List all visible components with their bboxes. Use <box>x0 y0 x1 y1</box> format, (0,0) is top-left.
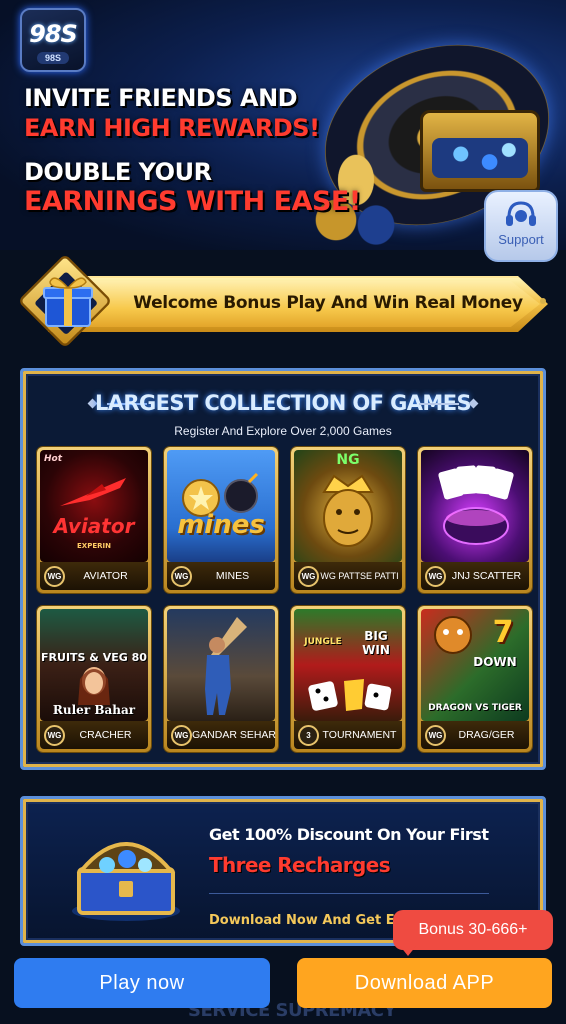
game-card-jnj-scatter[interactable]: WG JNJ SCATTER <box>418 447 532 593</box>
game-card-drag-ger[interactable]: 7 DOWN DRAGON VS TIGER WG DRAG/GER <box>418 606 532 752</box>
games-panel: LARGEST COLLECTION OF GAMES Register And… <box>20 368 546 770</box>
jungle-label: JUNGLE <box>304 637 342 647</box>
game-name: MINES <box>215 570 250 582</box>
provider-badge: WG <box>171 724 192 746</box>
game-thumbnail: FRUITS & VEG 80 Ruler Bahar <box>40 609 148 721</box>
provider-badge: WG <box>44 724 65 746</box>
game-card-mines[interactable]: mines WG MINES <box>164 447 278 593</box>
big-win-label: BIG WIN <box>362 629 390 657</box>
game-thumbnail: NG <box>294 450 402 562</box>
dragon-vs-tiger-label: DRAGON VS TIGER <box>428 703 522 713</box>
support-label: Support <box>498 232 544 247</box>
hero-headline-4: EARNINGS WITH EASE! <box>24 186 361 217</box>
support-button[interactable]: Support <box>484 190 558 262</box>
discount-highlight: Three Recharges <box>209 853 391 877</box>
woman-portrait-icon <box>78 667 110 705</box>
hero-headline-1: INVITE FRIENDS AND <box>24 84 298 112</box>
ruler-bahar-label: Ruler Bahar <box>52 703 136 717</box>
game-name: JNJ SCATTER <box>451 570 522 582</box>
gems-illustration <box>432 138 528 178</box>
divider <box>209 893 489 894</box>
logo-subtext: 98S <box>36 52 69 64</box>
game-grid: Hot Aviator EXPERIN WG AVIATOR mines WG … <box>37 447 532 752</box>
plane-icon <box>60 478 126 506</box>
game-name: AVIATOR <box>83 570 128 582</box>
gift-icon <box>43 277 93 327</box>
headset-icon <box>506 201 536 226</box>
ng-tag: NG <box>336 452 360 468</box>
hero-headline-2: EARN HIGH REWARDS! <box>24 114 320 142</box>
game-name: CRACHER <box>79 729 132 741</box>
game-thumbnail: JUNGLE BIG WIN <box>294 609 402 721</box>
game-card-pattse-patti[interactable]: NG WG WG PATTSE PATTI <box>291 447 405 593</box>
provider-badge: WG <box>171 565 192 587</box>
game-thumbnail <box>421 450 529 562</box>
bonus-badge-tail <box>400 946 416 956</box>
game-name: DRAG/GER <box>458 729 515 741</box>
aviator-art-brand: EXPERIN <box>77 542 111 550</box>
game-name: WG PATTSE PATTI <box>320 571 399 581</box>
fruits-veg-label: FRUITS & VEG 80 <box>41 651 147 664</box>
game-card-cracher[interactable]: FRUITS & VEG 80 Ruler Bahar WG CRACHER <box>37 606 151 752</box>
game-card-aviator[interactable]: Hot Aviator EXPERIN WG AVIATOR <box>37 447 151 593</box>
game-name: TOURNAMENT <box>322 729 397 741</box>
aviator-art-title: Aviator <box>53 514 135 538</box>
game-card-gandar-sehar[interactable]: WG GANDAR SEHAR <box>164 606 278 752</box>
down-label: DOWN <box>473 655 517 669</box>
game-thumbnail: mines <box>167 450 275 562</box>
welcome-bonus-banner[interactable]: Welcome Bonus Play And Win Real Money <box>17 253 548 349</box>
discount-cta-text: Download Now And Get E <box>209 913 395 928</box>
cricketer-icon <box>205 617 247 715</box>
hero-headline-3: DOUBLE YOUR <box>24 158 212 186</box>
logo-mark: 98S <box>29 20 78 48</box>
provider-badge: WG <box>298 565 319 587</box>
tiger-face-icon <box>434 616 472 654</box>
games-section-title: LARGEST COLLECTION OF GAMES <box>95 391 472 415</box>
provider-badge: WG <box>44 565 65 587</box>
mines-art-title: mines <box>177 510 265 540</box>
game-thumbnail: Hot Aviator EXPERIN <box>40 450 148 562</box>
dice-icon <box>308 679 392 711</box>
hot-tag: Hot <box>44 454 63 464</box>
game-card-tournament[interactable]: JUNGLE BIG WIN 3 TOURNAMENT <box>291 606 405 752</box>
bonus-badge: Bonus 30-666+ <box>393 910 553 950</box>
play-now-button[interactable]: Play now <box>14 958 270 1008</box>
treasure-chest-icon <box>72 842 180 921</box>
app-logo[interactable]: 98S 98S <box>20 8 86 72</box>
provider-badge: WG <box>425 724 446 746</box>
idol-face-icon <box>322 474 374 547</box>
game-thumbnail: 7 DOWN DRAGON VS TIGER <box>421 609 529 721</box>
game-thumbnail <box>167 609 275 721</box>
games-section-subtitle: Register And Explore Over 2,000 Games <box>174 424 392 438</box>
provider-badge: WG <box>425 565 446 587</box>
seven-symbol: 7 <box>492 615 514 650</box>
download-app-button[interactable]: Download APP <box>297 958 552 1008</box>
game-name: GANDAR SEHAR <box>192 729 277 741</box>
provider-badge: 3 <box>298 724 319 746</box>
decor-dot <box>540 298 546 304</box>
discount-headline: Get 100% Discount On Your First <box>209 825 489 844</box>
welcome-bonus-text: Welcome Bonus Play And Win Real Money <box>133 293 523 313</box>
hero-banner: 98S 98S INVITE FRIENDS AND EARN HIGH REW… <box>0 0 566 250</box>
cards-cauldron-icon <box>438 465 514 545</box>
